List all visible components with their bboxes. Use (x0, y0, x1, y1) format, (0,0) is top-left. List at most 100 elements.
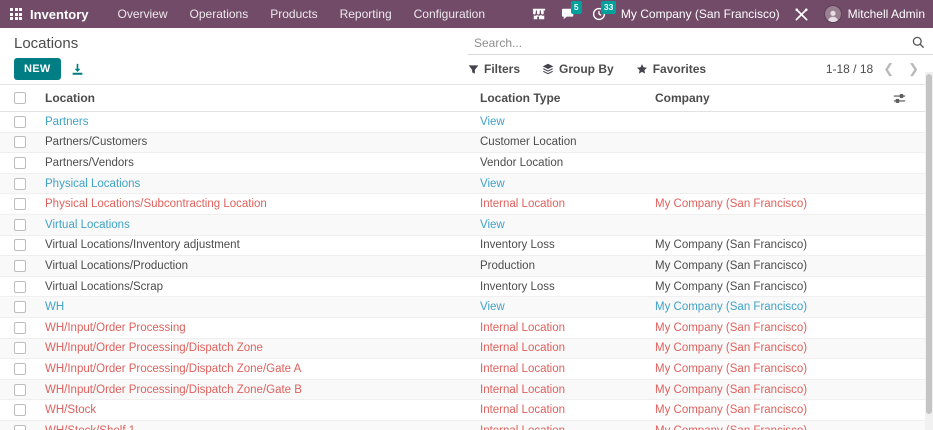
row-checkbox[interactable] (14, 239, 26, 251)
cell-company[interactable]: My Company (San Francisco) (655, 281, 893, 293)
row-checkbox[interactable] (14, 116, 26, 128)
row-checkbox[interactable] (14, 404, 26, 416)
current-app-name[interactable]: Inventory (30, 7, 89, 22)
menu-overview[interactable]: Overview (109, 2, 177, 26)
table-row[interactable]: Partners/Customers Customer Location (0, 133, 933, 154)
cell-location-type[interactable]: Internal Location (480, 322, 655, 334)
cell-company[interactable]: My Company (San Francisco) (655, 301, 893, 313)
cell-location[interactable]: Virtual Locations/Inventory adjustment (45, 239, 480, 251)
table-row[interactable]: Virtual Locations View (0, 215, 933, 236)
cell-location-type[interactable]: Inventory Loss (480, 281, 655, 293)
cell-location-type[interactable]: Internal Location (480, 384, 655, 396)
export-download-icon[interactable] (71, 63, 84, 76)
filters-button[interactable]: Filters (468, 62, 520, 76)
cell-company[interactable]: My Company (San Francisco) (655, 404, 893, 416)
cell-company[interactable]: My Company (San Francisco) (655, 260, 893, 272)
cell-company[interactable]: My Company (San Francisco) (655, 384, 893, 396)
messages-icon[interactable]: 5 (561, 6, 577, 22)
pager-previous-icon[interactable]: ❮ (883, 61, 894, 77)
table-row[interactable]: WH/Stock/Shelf 1 Internal Location My Co… (0, 421, 933, 430)
menu-products[interactable]: Products (261, 2, 326, 26)
table-row[interactable]: Physical Locations View (0, 174, 933, 195)
cell-location-type[interactable]: Inventory Loss (480, 239, 655, 251)
user-menu[interactable]: Mitchell Admin (824, 5, 925, 23)
vertical-scrollbar[interactable] (925, 72, 933, 430)
cell-location-type[interactable]: Internal Location (480, 425, 655, 430)
table-row[interactable]: Virtual Locations/Production Production … (0, 256, 933, 277)
table-row[interactable]: WH/Input/Order Processing/Dispatch Zone/… (0, 380, 933, 401)
select-all-checkbox[interactable] (14, 92, 26, 104)
table-row[interactable]: WH/Input/Order Processing/Dispatch Zone … (0, 339, 933, 360)
cell-location[interactable]: Partners/Customers (45, 136, 480, 148)
table-row[interactable]: WH/Input/Order Processing Internal Locat… (0, 318, 933, 339)
cell-location[interactable]: WH/Input/Order Processing/Dispatch Zone/… (45, 363, 480, 375)
cell-location[interactable]: Physical Locations/Subcontracting Locati… (45, 198, 480, 210)
cell-location-type[interactable]: Internal Location (480, 342, 655, 354)
cell-location-type[interactable]: Internal Location (480, 363, 655, 375)
cell-location-type[interactable]: Production (480, 260, 655, 272)
apps-menu-icon[interactable] (10, 8, 22, 20)
scrollbar-thumb[interactable] (926, 74, 932, 414)
cell-location[interactable]: WH/Stock/Shelf 1 (45, 425, 480, 430)
menu-operations[interactable]: Operations (181, 2, 258, 26)
cell-location[interactable]: WH/Stock (45, 404, 480, 416)
row-checkbox[interactable] (14, 384, 26, 396)
company-switcher[interactable]: My Company (San Francisco) (621, 7, 780, 21)
table-row[interactable]: WH/Input/Order Processing/Dispatch Zone/… (0, 359, 933, 380)
cell-company[interactable]: My Company (San Francisco) (655, 425, 893, 430)
cell-company[interactable]: My Company (San Francisco) (655, 198, 893, 210)
activities-clock-icon[interactable]: 33 (591, 6, 607, 22)
menu-reporting[interactable]: Reporting (331, 2, 401, 26)
row-checkbox[interactable] (14, 157, 26, 169)
cell-location[interactable]: WH/Input/Order Processing/Dispatch Zone (45, 342, 480, 354)
table-row[interactable]: Partners/Vendors Vendor Location (0, 153, 933, 174)
cell-company[interactable]: My Company (San Francisco) (655, 322, 893, 334)
cell-location-type[interactable]: View (480, 116, 655, 128)
table-row[interactable]: Virtual Locations/Inventory adjustment I… (0, 236, 933, 257)
column-header-location[interactable]: Location (45, 91, 480, 105)
cell-location-type[interactable]: View (480, 178, 655, 190)
row-checkbox[interactable] (14, 301, 26, 313)
tools-icon[interactable] (794, 6, 810, 22)
search-input[interactable] (474, 36, 912, 50)
row-checkbox[interactable] (14, 198, 26, 210)
row-checkbox[interactable] (14, 322, 26, 334)
cell-location-type[interactable]: View (480, 219, 655, 231)
cell-location[interactable]: WH (45, 301, 480, 313)
cell-company[interactable]: My Company (San Francisco) (655, 363, 893, 375)
column-header-company[interactable]: Company (655, 91, 893, 105)
cell-location[interactable]: Physical Locations (45, 178, 480, 190)
table-row[interactable]: WH/Stock Internal Location My Company (S… (0, 400, 933, 421)
table-row[interactable]: Virtual Locations/Scrap Inventory Loss M… (0, 277, 933, 298)
table-row[interactable]: WH View My Company (San Francisco) (0, 297, 933, 318)
cell-location-type[interactable]: View (480, 301, 655, 313)
table-row[interactable]: Physical Locations/Subcontracting Locati… (0, 194, 933, 215)
group-by-button[interactable]: Group By (542, 62, 614, 76)
storefront-icon[interactable] (531, 6, 547, 22)
cell-location[interactable]: Partners (45, 116, 480, 128)
row-checkbox[interactable] (14, 342, 26, 354)
row-checkbox[interactable] (14, 219, 26, 231)
magnifier-icon[interactable] (912, 36, 925, 49)
row-checkbox[interactable] (14, 136, 26, 148)
pager-next-icon[interactable]: ❯ (908, 61, 919, 77)
cell-location[interactable]: Virtual Locations/Production (45, 260, 480, 272)
cell-location[interactable]: WH/Input/Order Processing/Dispatch Zone/… (45, 384, 480, 396)
cell-location-type[interactable]: Customer Location (480, 136, 655, 148)
row-checkbox[interactable] (14, 425, 26, 430)
table-row[interactable]: Partners View (0, 112, 933, 133)
row-checkbox[interactable] (14, 363, 26, 375)
cell-company[interactable]: My Company (San Francisco) (655, 239, 893, 251)
cell-company[interactable]: My Company (San Francisco) (655, 342, 893, 354)
column-header-location-type[interactable]: Location Type (480, 91, 655, 105)
new-button[interactable]: NEW (14, 58, 61, 80)
cell-location-type[interactable]: Vendor Location (480, 157, 655, 169)
cell-location-type[interactable]: Internal Location (480, 404, 655, 416)
cell-location[interactable]: Virtual Locations (45, 219, 480, 231)
menu-configuration[interactable]: Configuration (405, 2, 494, 26)
favorites-button[interactable]: Favorites (636, 62, 706, 76)
cell-location[interactable]: Partners/Vendors (45, 157, 480, 169)
row-checkbox[interactable] (14, 178, 26, 190)
row-checkbox[interactable] (14, 260, 26, 272)
cell-location[interactable]: Virtual Locations/Scrap (45, 281, 480, 293)
